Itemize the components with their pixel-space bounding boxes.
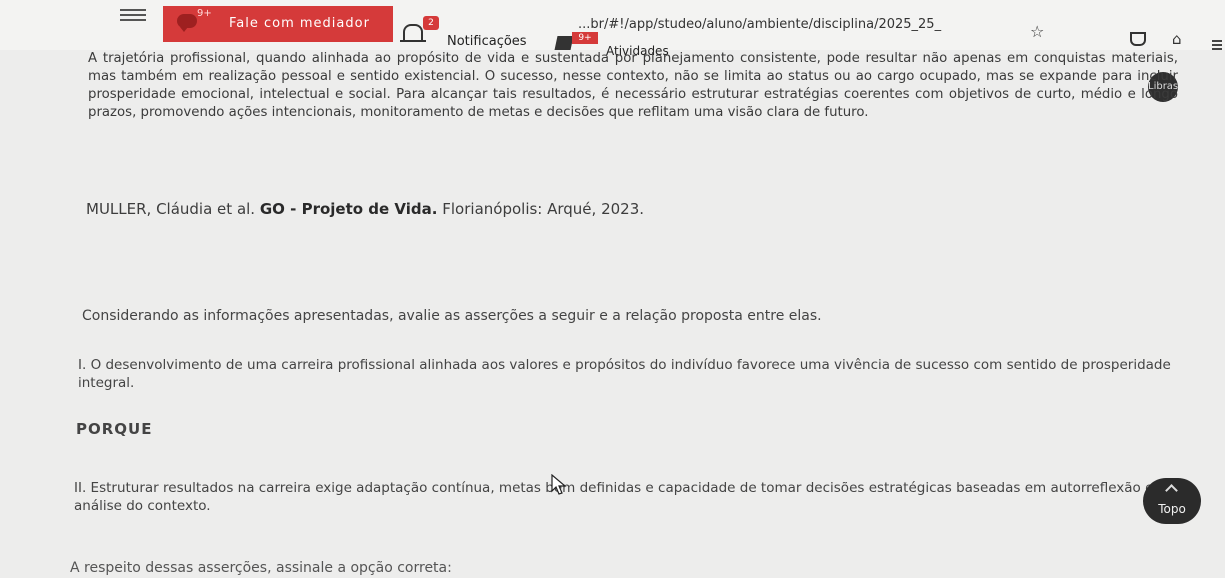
reference-authors: MULLER, Cláudia et al. (86, 200, 256, 218)
top-bar: 9+ Fale com mediador 2 Notificações 9+ A… (0, 0, 1225, 58)
reference: MULLER, Cláudia et al. GO - Projeto de V… (86, 200, 644, 218)
book-icon (554, 36, 574, 50)
question-prompt: A respeito dessas asserções, assinale a … (70, 560, 452, 576)
notifications-label: Notificações (447, 34, 527, 49)
bell-icon (400, 24, 426, 42)
back-to-top-button[interactable]: Topo (1143, 478, 1201, 524)
reference-title: GO - Projeto de Vida. (259, 200, 438, 218)
pocket-icon[interactable] (1130, 32, 1146, 46)
address-bar[interactable]: ...br/#!/app/studeo/aluno/ambiente/disci… (578, 17, 941, 32)
mediator-label: Fale com mediador (229, 16, 370, 31)
instruction-text: Considerando as informações apresentadas… (82, 308, 822, 324)
mediator-badge: 9+ (197, 8, 212, 19)
chevron-up-icon (1165, 484, 1178, 497)
talk-to-mediator-button[interactable]: 9+ Fale com mediador (163, 6, 393, 42)
browser-menu-icon[interactable] (1212, 38, 1222, 52)
assertion-2: II. Estruturar resultados na carreira ex… (74, 480, 1154, 514)
assertion-1: I. O desenvolvimento de uma carreira pro… (78, 357, 1171, 391)
star-icon[interactable]: ☆ (1030, 22, 1044, 41)
context-paragraph: A trajetória profissional, quando alinha… (88, 51, 1178, 120)
reference-publisher: Florianópolis: Arqué, 2023. (442, 200, 645, 218)
mouse-cursor-icon (551, 474, 567, 495)
menu-icon[interactable] (120, 6, 146, 24)
notifications-badge: 2 (423, 16, 439, 30)
back-to-top-label: Topo (1158, 502, 1186, 516)
connector-text: PORQUE (76, 420, 153, 438)
home-icon[interactable]: ⌂ (1172, 30, 1182, 48)
chat-icon (177, 14, 197, 32)
activities-badge: 9+ (572, 32, 598, 44)
